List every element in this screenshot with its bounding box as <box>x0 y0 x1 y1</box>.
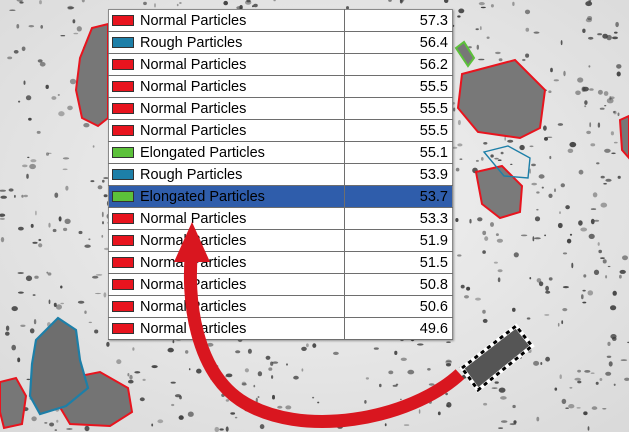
particle-row[interactable]: Elongated Particles 53.7 <box>108 185 453 208</box>
particle-class-cell: Normal Particles <box>108 119 345 142</box>
class-color-swatch <box>112 190 134 202</box>
particle-class-label: Normal Particles <box>140 100 247 117</box>
particle-class-cell: Normal Particles <box>108 9 345 32</box>
particle-value-cell: 53.3 <box>344 207 453 230</box>
particle-row[interactable]: Normal Particles 53.3 <box>108 207 453 230</box>
particle-class-cell: Normal Particles <box>108 207 345 230</box>
particle-value-cell: 51.9 <box>344 229 453 252</box>
class-color-swatch <box>112 124 134 136</box>
particle-class-cell: Rough Particles <box>108 31 345 54</box>
particle-class-label: Normal Particles <box>140 78 247 95</box>
particle-class-label: Normal Particles <box>140 254 247 271</box>
class-color-swatch <box>112 278 134 290</box>
class-color-swatch <box>112 102 134 114</box>
class-color-swatch <box>112 58 134 70</box>
particle-row[interactable]: Normal Particles 51.5 <box>108 251 453 274</box>
particle-class-label: Normal Particles <box>140 56 247 73</box>
particle-value-cell: 53.9 <box>344 163 453 186</box>
particle-class-table: Normal Particles 57.3 Rough Particles 56.4 N… <box>108 9 453 340</box>
particle-value-cell: 51.5 <box>344 251 453 274</box>
particle-class-label: Elongated Particles <box>140 188 265 205</box>
particle-value-cell: 49.6 <box>344 317 453 340</box>
particle-value-cell: 56.4 <box>344 31 453 54</box>
particle-value-cell: 55.5 <box>344 75 453 98</box>
particle-value-cell: 50.8 <box>344 273 453 296</box>
particle-row[interactable]: Normal Particles 51.9 <box>108 229 453 252</box>
class-color-swatch <box>112 300 134 312</box>
particle-class-cell: Normal Particles <box>108 53 345 76</box>
particle-row[interactable]: Elongated Particles 55.1 <box>108 141 453 164</box>
particle-row[interactable]: Normal Particles 56.2 <box>108 53 453 76</box>
particle-row[interactable]: Rough Particles 53.9 <box>108 163 453 186</box>
particle-value-cell: 53.7 <box>344 185 453 208</box>
particle-value-cell: 57.3 <box>344 9 453 32</box>
particle-row[interactable]: Normal Particles 50.8 <box>108 273 453 296</box>
class-color-swatch <box>112 80 134 92</box>
particle-class-cell: Normal Particles <box>108 251 345 274</box>
particle-class-label: Normal Particles <box>140 276 247 293</box>
particle-class-cell: Elongated Particles <box>108 185 345 208</box>
particle-class-label: Normal Particles <box>140 298 247 315</box>
particle-class-label: Elongated Particles <box>140 144 265 161</box>
particle-class-label: Rough Particles <box>140 34 243 51</box>
particle-row[interactable]: Normal Particles 55.5 <box>108 97 453 120</box>
particle-class-cell: Normal Particles <box>108 75 345 98</box>
particle-value-cell: 55.5 <box>344 119 453 142</box>
particle-value-cell: 55.5 <box>344 97 453 120</box>
particle-value-cell: 50.6 <box>344 295 453 318</box>
particle-row[interactable]: Normal Particles 55.5 <box>108 119 453 142</box>
class-color-swatch <box>112 322 134 334</box>
particle-class-cell: Normal Particles <box>108 317 345 340</box>
particle-class-cell: Normal Particles <box>108 97 345 120</box>
particle-class-label: Rough Particles <box>140 166 243 183</box>
particle-row[interactable]: Normal Particles 50.6 <box>108 295 453 318</box>
particle-class-cell: Rough Particles <box>108 163 345 186</box>
particle-row[interactable]: Normal Particles 57.3 <box>108 9 453 32</box>
particle-row[interactable]: Normal Particles 55.5 <box>108 75 453 98</box>
particle-value-cell: 55.1 <box>344 141 453 164</box>
particle-class-label: Normal Particles <box>140 320 247 337</box>
particle-class-cell: Normal Particles <box>108 229 345 252</box>
particle-row[interactable]: Normal Particles 49.6 <box>108 317 453 340</box>
class-color-swatch <box>112 168 134 180</box>
particle-row[interactable]: Rough Particles 56.4 <box>108 31 453 54</box>
class-color-swatch <box>112 256 134 268</box>
particle-value-cell: 56.2 <box>344 53 453 76</box>
particle-viewer: Normal Particles 57.3 Rough Particles 56.4 N… <box>0 0 629 432</box>
particle-class-label: Normal Particles <box>140 12 247 29</box>
class-color-swatch <box>112 14 134 26</box>
particle-class-cell: Normal Particles <box>108 295 345 318</box>
particle-class-label: Normal Particles <box>140 122 247 139</box>
particle-class-label: Normal Particles <box>140 232 247 249</box>
class-color-swatch <box>112 146 134 158</box>
particle-class-cell: Normal Particles <box>108 273 345 296</box>
particle-class-cell: Elongated Particles <box>108 141 345 164</box>
class-color-swatch <box>112 234 134 246</box>
class-color-swatch <box>112 212 134 224</box>
particle-class-label: Normal Particles <box>140 210 247 227</box>
class-color-swatch <box>112 36 134 48</box>
